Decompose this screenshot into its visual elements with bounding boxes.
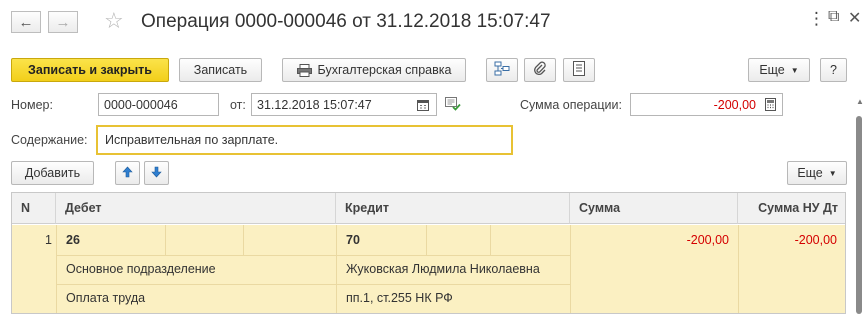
- dropdown-arrow-icon: ▼: [828, 168, 837, 178]
- list-icon: [573, 61, 585, 79]
- arrow-up-icon: [122, 166, 133, 181]
- structure-icon: [494, 61, 510, 79]
- dropdown-arrow-icon: ▼: [790, 65, 799, 75]
- accounting-report-label: Бухгалтерская справка: [317, 63, 452, 77]
- content-field[interactable]: Исправительная по зарплате.: [96, 125, 513, 155]
- document-list-button[interactable]: [563, 58, 595, 82]
- date-field[interactable]: 31.12.2018 15:07:47: [251, 93, 437, 116]
- number-value: 0000-000046: [104, 97, 178, 112]
- debit-subconto-expense: Оплата труда: [66, 291, 146, 305]
- help-button[interactable]: ?: [820, 58, 847, 82]
- credit-subconto-employee: Жуковская Людмила Николаевна: [346, 262, 540, 276]
- printer-icon: [296, 63, 312, 77]
- debit-account: 26: [66, 233, 80, 247]
- more-vertical-icon[interactable]: ⋮: [808, 9, 826, 29]
- paperclip-icon: [533, 61, 547, 79]
- row-sum: -200,00: [686, 233, 729, 247]
- arrow-right-icon: →: [55, 13, 71, 31]
- forward-button[interactable]: →: [48, 11, 78, 33]
- column-header-sum-nu-dt[interactable]: Сумма НУ Дт: [738, 193, 845, 224]
- table-more-button[interactable]: Еще ▼: [787, 161, 847, 185]
- move-down-button[interactable]: [144, 161, 169, 185]
- operation-sum-label: Сумма операции:: [520, 98, 622, 112]
- arrow-down-icon: [151, 166, 162, 181]
- add-row-button[interactable]: Добавить: [11, 161, 94, 185]
- close-icon[interactable]: ✕: [848, 8, 861, 28]
- column-header-n[interactable]: N: [12, 193, 56, 224]
- move-up-button[interactable]: [115, 161, 140, 185]
- number-field[interactable]: 0000-000046: [98, 93, 219, 116]
- row-number: 1: [45, 233, 52, 247]
- accounting-report-button[interactable]: Бухгалтерская справка: [282, 58, 466, 82]
- back-button[interactable]: ←: [11, 11, 41, 33]
- add-row-label: Добавить: [24, 166, 81, 180]
- save-and-close-label: Записать и закрыть: [28, 63, 152, 77]
- content-value: Исправительная по зарплате.: [105, 133, 279, 147]
- help-label: ?: [830, 63, 837, 77]
- more-label: Еще: [759, 63, 785, 77]
- vertical-scrollbar[interactable]: [856, 116, 862, 314]
- credit-subconto-tax-article: пп.1, ст.255 НК РФ: [346, 291, 453, 305]
- calendar-icon[interactable]: [413, 94, 433, 115]
- credit-account: 70: [346, 233, 360, 247]
- table-more-label: Еще: [797, 166, 823, 180]
- scroll-up-arrow-icon[interactable]: ▲: [856, 97, 864, 106]
- debit-subconto-department: Основное подразделение: [66, 262, 216, 276]
- column-header-sum[interactable]: Сумма: [570, 193, 738, 224]
- row-sum-nu-dt: -200,00: [794, 233, 837, 247]
- column-header-debit[interactable]: Дебет: [56, 193, 336, 224]
- structure-button[interactable]: [486, 58, 518, 82]
- entries-table: N Дебет Кредит Сумма Сумма НУ Дт 1 26 Ос…: [11, 192, 846, 314]
- column-header-credit[interactable]: Кредит: [336, 193, 570, 224]
- save-label: Записать: [193, 63, 248, 77]
- arrow-left-icon: ←: [18, 13, 34, 31]
- date-label: от:: [230, 98, 246, 112]
- date-value: 31.12.2018 15:07:47: [257, 97, 372, 112]
- operation-sum-value: -200,00: [713, 97, 756, 112]
- save-and-close-button[interactable]: Записать и закрыть: [11, 58, 169, 82]
- calculator-icon[interactable]: [760, 94, 780, 115]
- content-label: Содержание:: [11, 133, 88, 147]
- table-row[interactable]: 1 26 Основное подразделение Оплата труда…: [12, 225, 845, 313]
- attach-file-button[interactable]: [524, 58, 556, 82]
- more-button[interactable]: Еще ▼: [748, 58, 810, 82]
- select-from-list-icon[interactable]: [445, 97, 461, 114]
- save-button[interactable]: Записать: [179, 58, 262, 82]
- number-label: Номер:: [11, 98, 53, 112]
- favorite-star-icon[interactable]: ☆: [104, 10, 124, 32]
- maximize-icon[interactable]: ⧉: [828, 8, 839, 26]
- window-title: Операция 0000-000046 от 31.12.2018 15:07…: [141, 11, 551, 32]
